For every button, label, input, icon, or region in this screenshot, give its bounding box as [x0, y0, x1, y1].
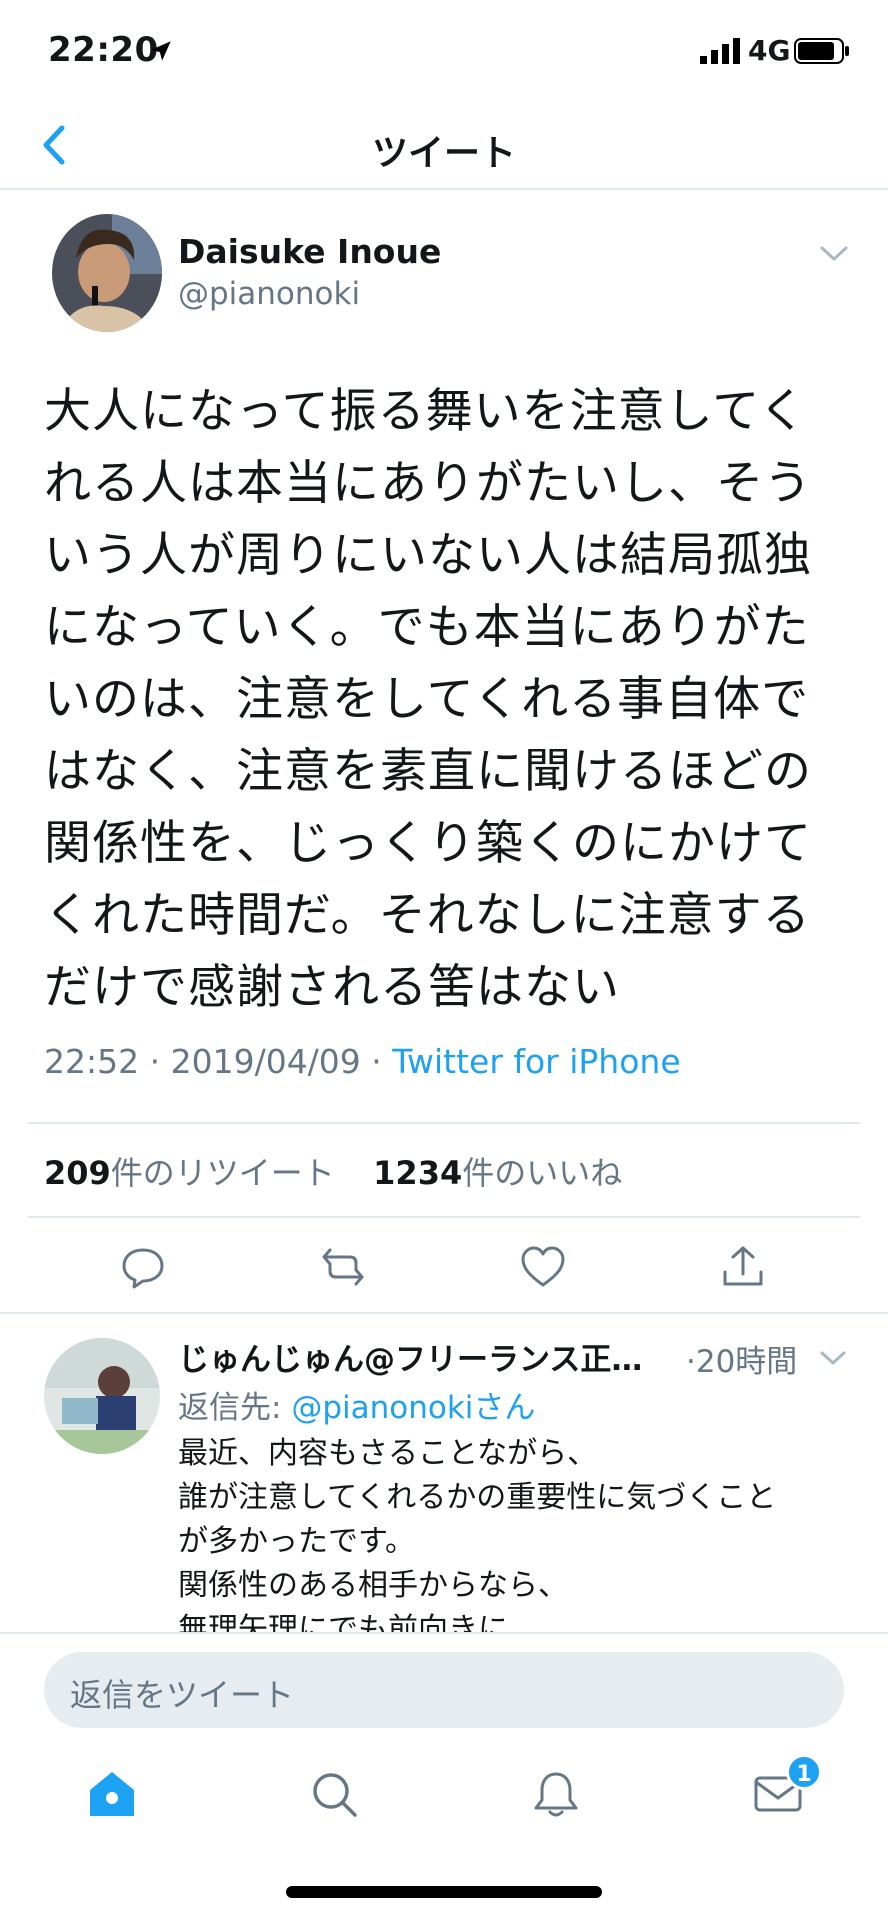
- location-arrow-icon: [151, 41, 171, 61]
- like-count: 1234: [373, 1154, 463, 1192]
- home-indicator: [286, 1886, 602, 1898]
- like-stat[interactable]: 1234件のいいね: [373, 1154, 622, 1192]
- status-bar: 22:20 4G: [0, 0, 888, 110]
- tweet-date: 2019/04/09: [170, 1042, 361, 1081]
- reply-compose-input[interactable]: 返信をツイート: [44, 1652, 844, 1728]
- author-handle[interactable]: @pianonoki: [178, 276, 360, 312]
- signal-icon: [700, 38, 740, 64]
- page-title: ツイート: [371, 133, 516, 174]
- like-heart-icon[interactable]: [518, 1242, 568, 1292]
- retweet-count: 209: [44, 1154, 111, 1192]
- reply-text: 最近、内容もさることながら、 誰が注意してくれるかの重要性に気づくこと が多かっ…: [178, 1436, 777, 1632]
- reply-avatar[interactable]: [44, 1338, 160, 1454]
- like-label: 件のいいね: [462, 1154, 623, 1192]
- tweet-stats: 209件のリツイート 1234件のいいね: [44, 1148, 622, 1194]
- chevron-down-icon[interactable]: [818, 244, 850, 264]
- search-icon[interactable]: [308, 1768, 360, 1820]
- reply-time: ·20時間: [686, 1344, 798, 1380]
- status-time: 22:20: [48, 30, 159, 70]
- tab-bar: 1: [0, 1740, 888, 1850]
- home-icon[interactable]: [86, 1768, 138, 1820]
- reply-author-name[interactable]: じゅんじゅん@フリーランス正…: [178, 1334, 658, 1379]
- tweet-meta: 22:52 · 2019/04/09 · Twitter for iPhone: [44, 1042, 681, 1081]
- tweet-actions: [0, 1236, 888, 1306]
- retweet-icon[interactable]: [318, 1242, 368, 1292]
- replying-to-mention[interactable]: @pianonokiさん: [291, 1390, 535, 1426]
- author-name[interactable]: Daisuke Inoue: [178, 232, 441, 271]
- tweet-source-link[interactable]: Twitter for iPhone: [392, 1042, 680, 1081]
- tweet-time: 22:52: [44, 1042, 140, 1081]
- meta-separator: ·: [371, 1042, 393, 1081]
- retweet-label: 件のリツイート: [110, 1154, 335, 1192]
- tweet-header: Daisuke Inoue @pianonoki: [0, 214, 888, 344]
- messages-badge: 1: [786, 1754, 822, 1790]
- reply-compose-bar: 返信をツイート: [0, 1632, 888, 1732]
- divider: [28, 1216, 860, 1218]
- reply-tweet[interactable]: じゅんじゅん@フリーランス正… ·20時間 返信先: @pianonokiさん …: [0, 1312, 888, 1632]
- notifications-bell-icon[interactable]: [530, 1768, 582, 1820]
- replying-to: 返信先: @pianonokiさん: [178, 1382, 535, 1427]
- battery-icon: [794, 38, 849, 64]
- chevron-down-icon[interactable]: [818, 1350, 848, 1368]
- author-avatar[interactable]: [52, 214, 162, 332]
- meta-separator: ·: [149, 1042, 171, 1081]
- share-icon[interactable]: [718, 1242, 768, 1292]
- tweet-text: 大人になって振る舞いを注意してく れる人は本当にありがたいし、そう いう人が周り…: [44, 384, 812, 1015]
- network-type: 4G: [748, 34, 791, 67]
- replying-to-label: 返信先:: [178, 1390, 292, 1426]
- navigation-bar: ツイート: [0, 110, 888, 190]
- reply-icon[interactable]: [118, 1242, 168, 1292]
- retweet-stat[interactable]: 209件のリツイート: [44, 1154, 335, 1192]
- divider: [28, 1122, 860, 1124]
